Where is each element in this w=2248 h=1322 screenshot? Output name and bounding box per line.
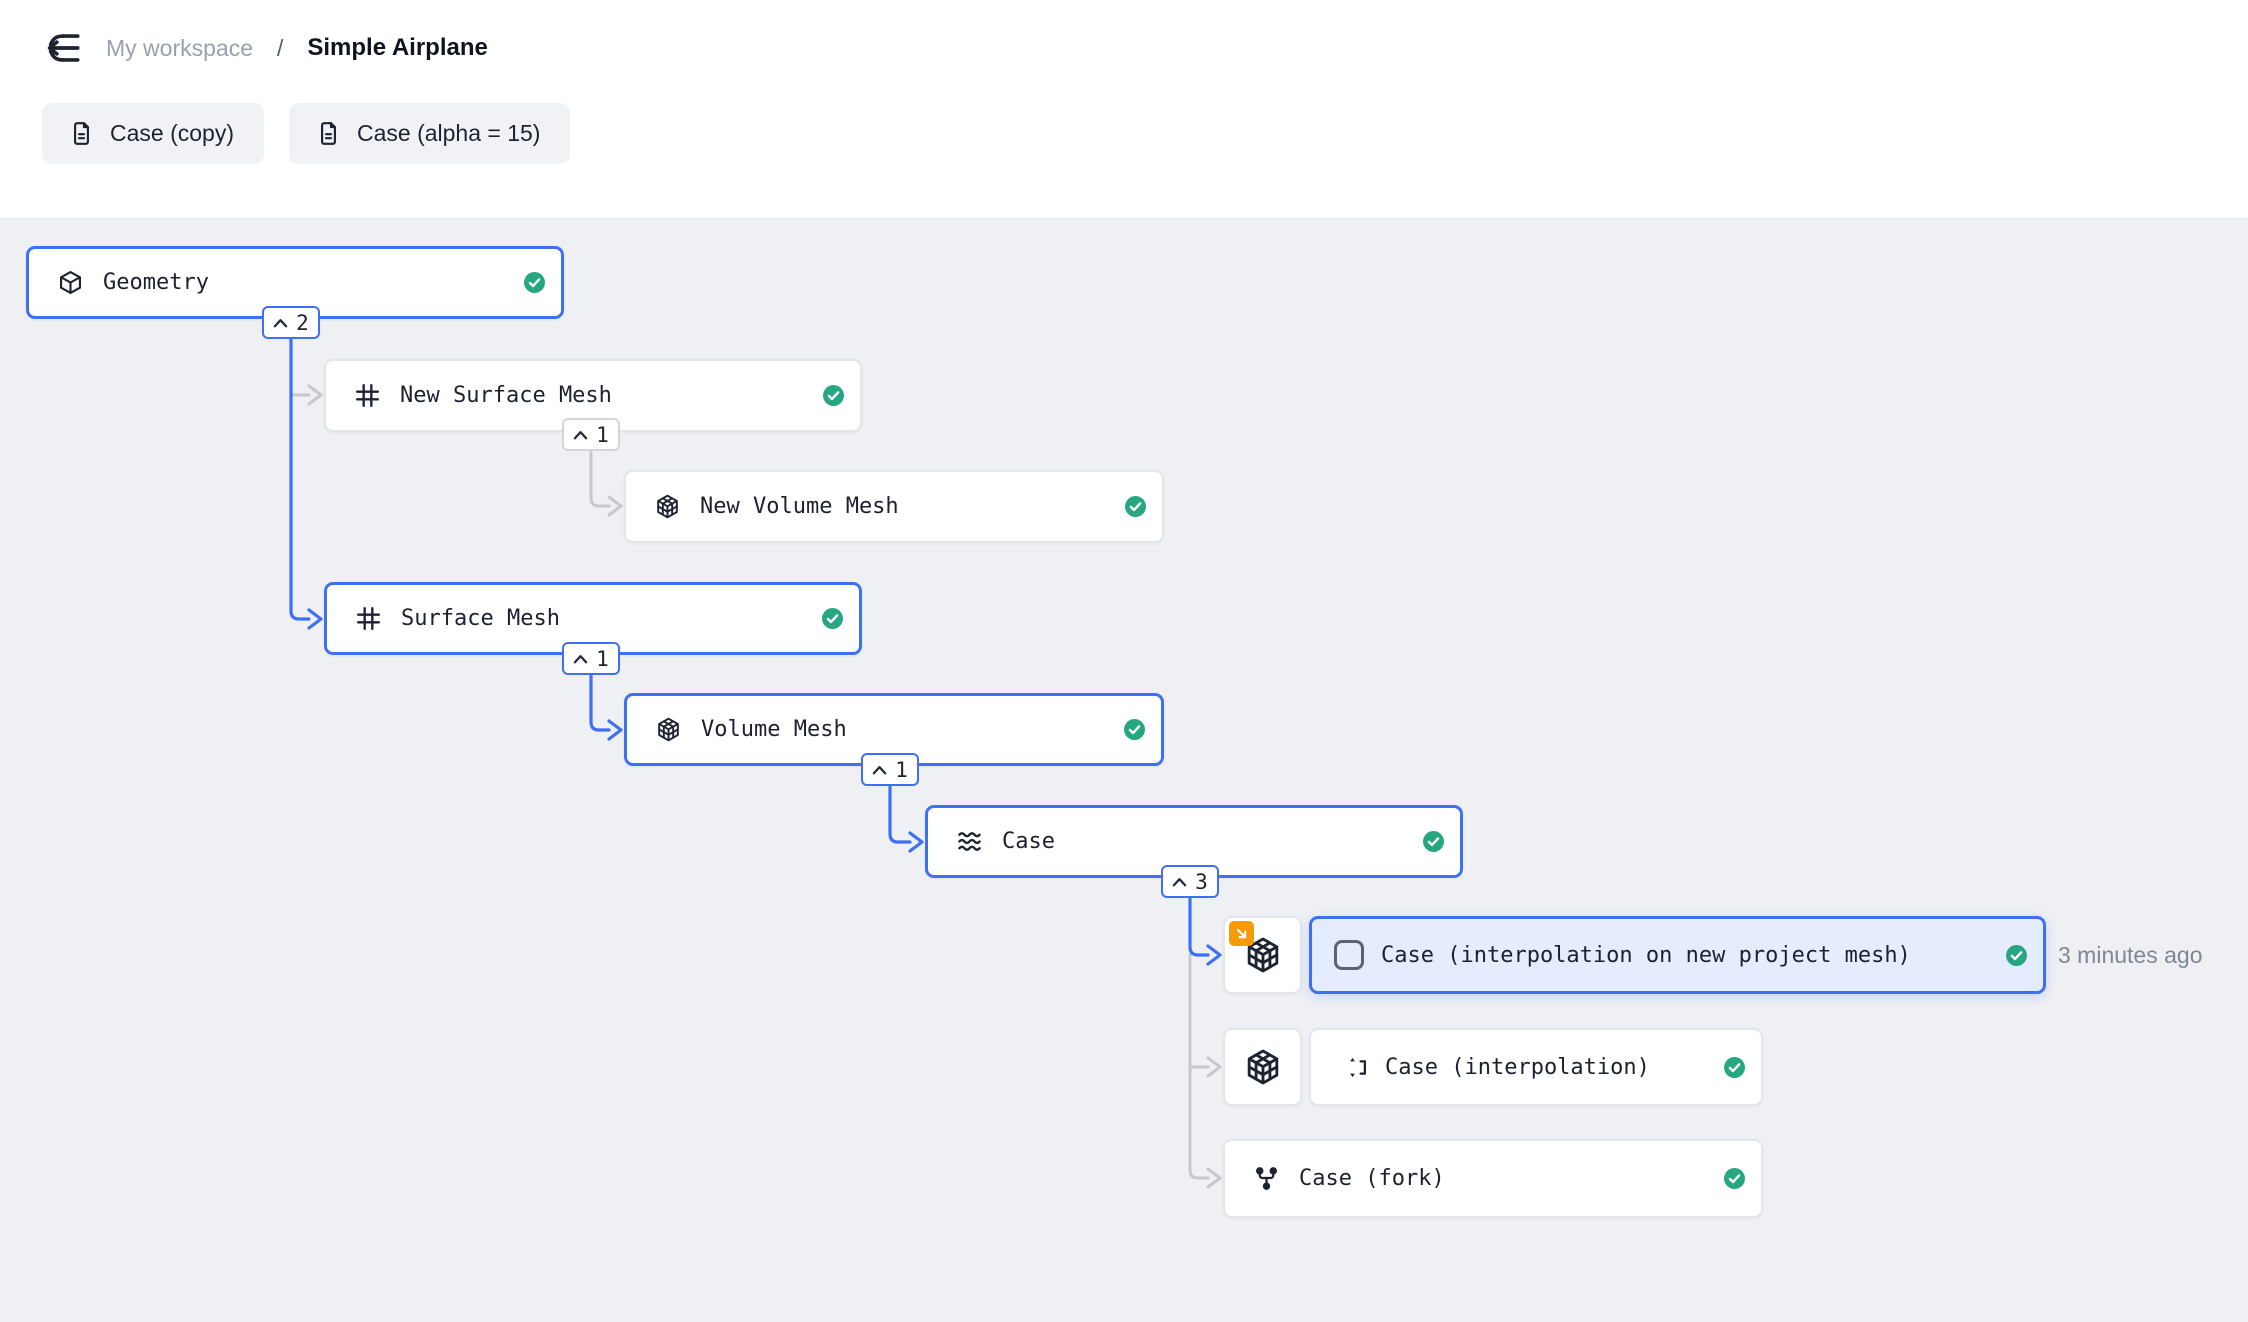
select-checkbox[interactable] [1334, 940, 1364, 970]
status-check-icon [1124, 719, 1145, 740]
status-check-icon [1125, 496, 1146, 517]
child-count: 3 [1195, 870, 1208, 894]
chevron-up-icon [573, 654, 588, 664]
breadcrumb-workspace[interactable]: My workspace [106, 35, 253, 62]
chevron-up-icon [1172, 877, 1187, 887]
collapse-badge-surface-mesh[interactable]: 1 [562, 642, 620, 675]
node-case-interpolation-new-project-mesh[interactable]: Case (interpolation on new project mesh) [1309, 916, 2046, 994]
tab-case-copy[interactable]: Case (copy) [42, 103, 264, 164]
cube-mesh-icon [654, 493, 681, 520]
fork-icon [1253, 1165, 1280, 1192]
cube-mesh-icon [1243, 1047, 1283, 1087]
node-case-fork[interactable]: Case (fork) [1223, 1139, 1763, 1218]
interpolation-icon [1339, 1054, 1366, 1081]
breadcrumb-separator: / [275, 35, 285, 62]
node-label: Geometry [103, 270, 209, 295]
child-count: 1 [596, 647, 609, 671]
grid-icon [354, 382, 381, 409]
status-check-icon [1724, 1168, 1745, 1189]
chevron-up-icon [573, 430, 588, 440]
box-icon [57, 269, 84, 296]
node-label: New Surface Mesh [400, 383, 612, 408]
page-title: Simple Airplane [307, 34, 488, 62]
document-icon [68, 120, 95, 147]
node-label: Case (fork) [1299, 1166, 1445, 1191]
node-label: Volume Mesh [701, 717, 847, 742]
cube-mesh-icon [655, 716, 682, 743]
document-icon [315, 120, 342, 147]
node-label: Case [1002, 829, 1055, 854]
waves-icon [956, 828, 983, 855]
collapse-badge-new-surface-mesh[interactable]: 1 [562, 418, 620, 451]
tab-label: Case (copy) [110, 120, 234, 147]
status-check-icon [1724, 1057, 1745, 1078]
node-label: Surface Mesh [401, 606, 560, 631]
header: My workspace / Simple Airplane Case (cop… [0, 0, 2248, 218]
tab-label: Case (alpha = 15) [357, 120, 540, 147]
case-tabs: Case (copy) Case (alpha = 15) [42, 103, 570, 164]
status-check-icon [524, 272, 545, 293]
chevron-up-icon [872, 765, 887, 775]
workflow-canvas: Geometry 2 New Surface Mesh 1 [0, 218, 2248, 1322]
collapse-badge-volume-mesh[interactable]: 1 [861, 753, 919, 786]
node-label: Case (interpolation on new project mesh) [1381, 943, 1911, 968]
child-count: 1 [895, 758, 908, 782]
breadcrumb: My workspace / Simple Airplane [42, 28, 488, 68]
arrow-down-right-badge [1229, 921, 1254, 946]
mesh-thumbnail-case-interp[interactable] [1223, 1028, 1302, 1106]
status-check-icon [822, 608, 843, 629]
node-label: Case (interpolation) [1385, 1055, 1650, 1080]
node-new-volume-mesh[interactable]: New Volume Mesh [624, 470, 1164, 543]
timestamp: 3 minutes ago [2058, 942, 2202, 969]
collapse-badge-case[interactable]: 3 [1161, 865, 1219, 898]
mesh-thumbnail-case-interp-new[interactable] [1223, 916, 1302, 994]
status-check-icon [823, 385, 844, 406]
chevron-up-icon [273, 318, 288, 328]
child-count: 2 [296, 311, 309, 335]
status-check-icon [2006, 945, 2027, 966]
arrow-down-right-icon [1234, 926, 1250, 942]
grid-icon [355, 605, 382, 632]
child-count: 1 [596, 423, 609, 447]
collapse-badge-geometry[interactable]: 2 [262, 306, 320, 339]
status-check-icon [1423, 831, 1444, 852]
tab-case-alpha-15[interactable]: Case (alpha = 15) [289, 103, 570, 164]
node-label: New Volume Mesh [700, 494, 899, 519]
workflow-tree-icon [42, 28, 84, 68]
node-case-interpolation[interactable]: Case (interpolation) [1309, 1028, 1763, 1106]
